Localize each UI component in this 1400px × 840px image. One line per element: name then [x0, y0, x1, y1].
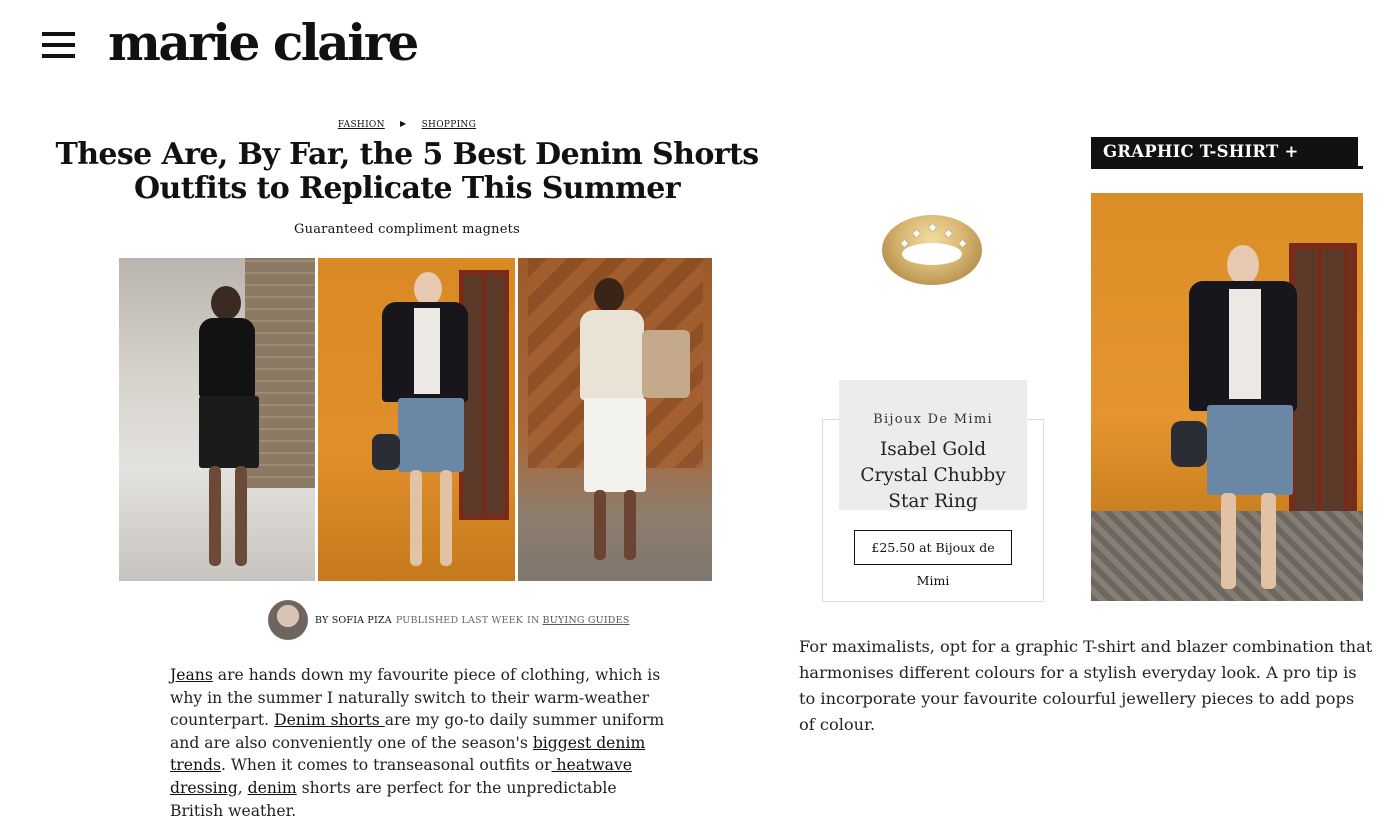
hero-image — [119, 258, 712, 581]
link-denim-shorts[interactable]: Denim shorts — [274, 711, 385, 729]
breadcrumb: FASHION ▶ SHOPPING — [0, 119, 814, 130]
category-link[interactable]: BUYING GUIDES — [543, 615, 630, 626]
byline: BY SOFIA PIZA PUBLISHED LAST WEEK IN BUY… — [268, 600, 629, 640]
article-subtitle: Guaranteed compliment magnets — [294, 222, 520, 237]
byline-in-label: IN — [527, 614, 540, 626]
article-body-paragraph: Jeans are hands down my favourite piece … — [170, 664, 666, 822]
section-heading: GRAPHIC T-SHIRT + BLAZER — [1091, 137, 1363, 190]
section-heading-label: GRAPHIC T-SHIRT + BLAZER — [1091, 137, 1358, 190]
hero-photo-white-shorts — [518, 258, 712, 581]
link-jeans[interactable]: Jeans — [170, 666, 213, 684]
breadcrumb-shopping[interactable]: SHOPPING — [422, 120, 477, 130]
product-brand: Bijoux De Mimi — [873, 412, 993, 427]
product-image-ring[interactable] — [872, 205, 992, 295]
breadcrumb-fashion[interactable]: FASHION — [338, 120, 385, 130]
hamburger-menu-icon[interactable] — [42, 32, 75, 60]
author-name[interactable]: BY SOFIA PIZA — [315, 615, 392, 626]
outfit-photo-tshirt-blazer — [1091, 193, 1363, 601]
author-avatar[interactable] — [268, 600, 308, 640]
article-title: These Are, By Far, the 5 Best Denim Shor… — [55, 137, 759, 206]
product-info: Bijoux De Mimi Isabel Gold Crystal Chubb… — [839, 380, 1027, 512]
hero-photo-tshirt-blazer — [318, 258, 515, 581]
body-text-3: . When it comes to transeasonal outfits … — [220, 756, 552, 775]
triangle-right-icon: ▶ — [399, 119, 407, 128]
body-text-4: , — [237, 778, 248, 797]
product-name[interactable]: Isabel Gold Crystal Chubby Star Ring — [839, 437, 1027, 515]
buy-button[interactable]: £25.50 at Bijoux de Mimi — [854, 530, 1012, 588]
site-logo[interactable]: marie claire — [108, 14, 419, 72]
published-date: PUBLISHED LAST WEEK — [395, 614, 524, 626]
outfit-description: For maximalists, opt for a graphic T-shi… — [799, 637, 1373, 734]
link-denim[interactable]: denim — [248, 779, 297, 797]
hero-photo-black-outfit — [119, 258, 315, 581]
